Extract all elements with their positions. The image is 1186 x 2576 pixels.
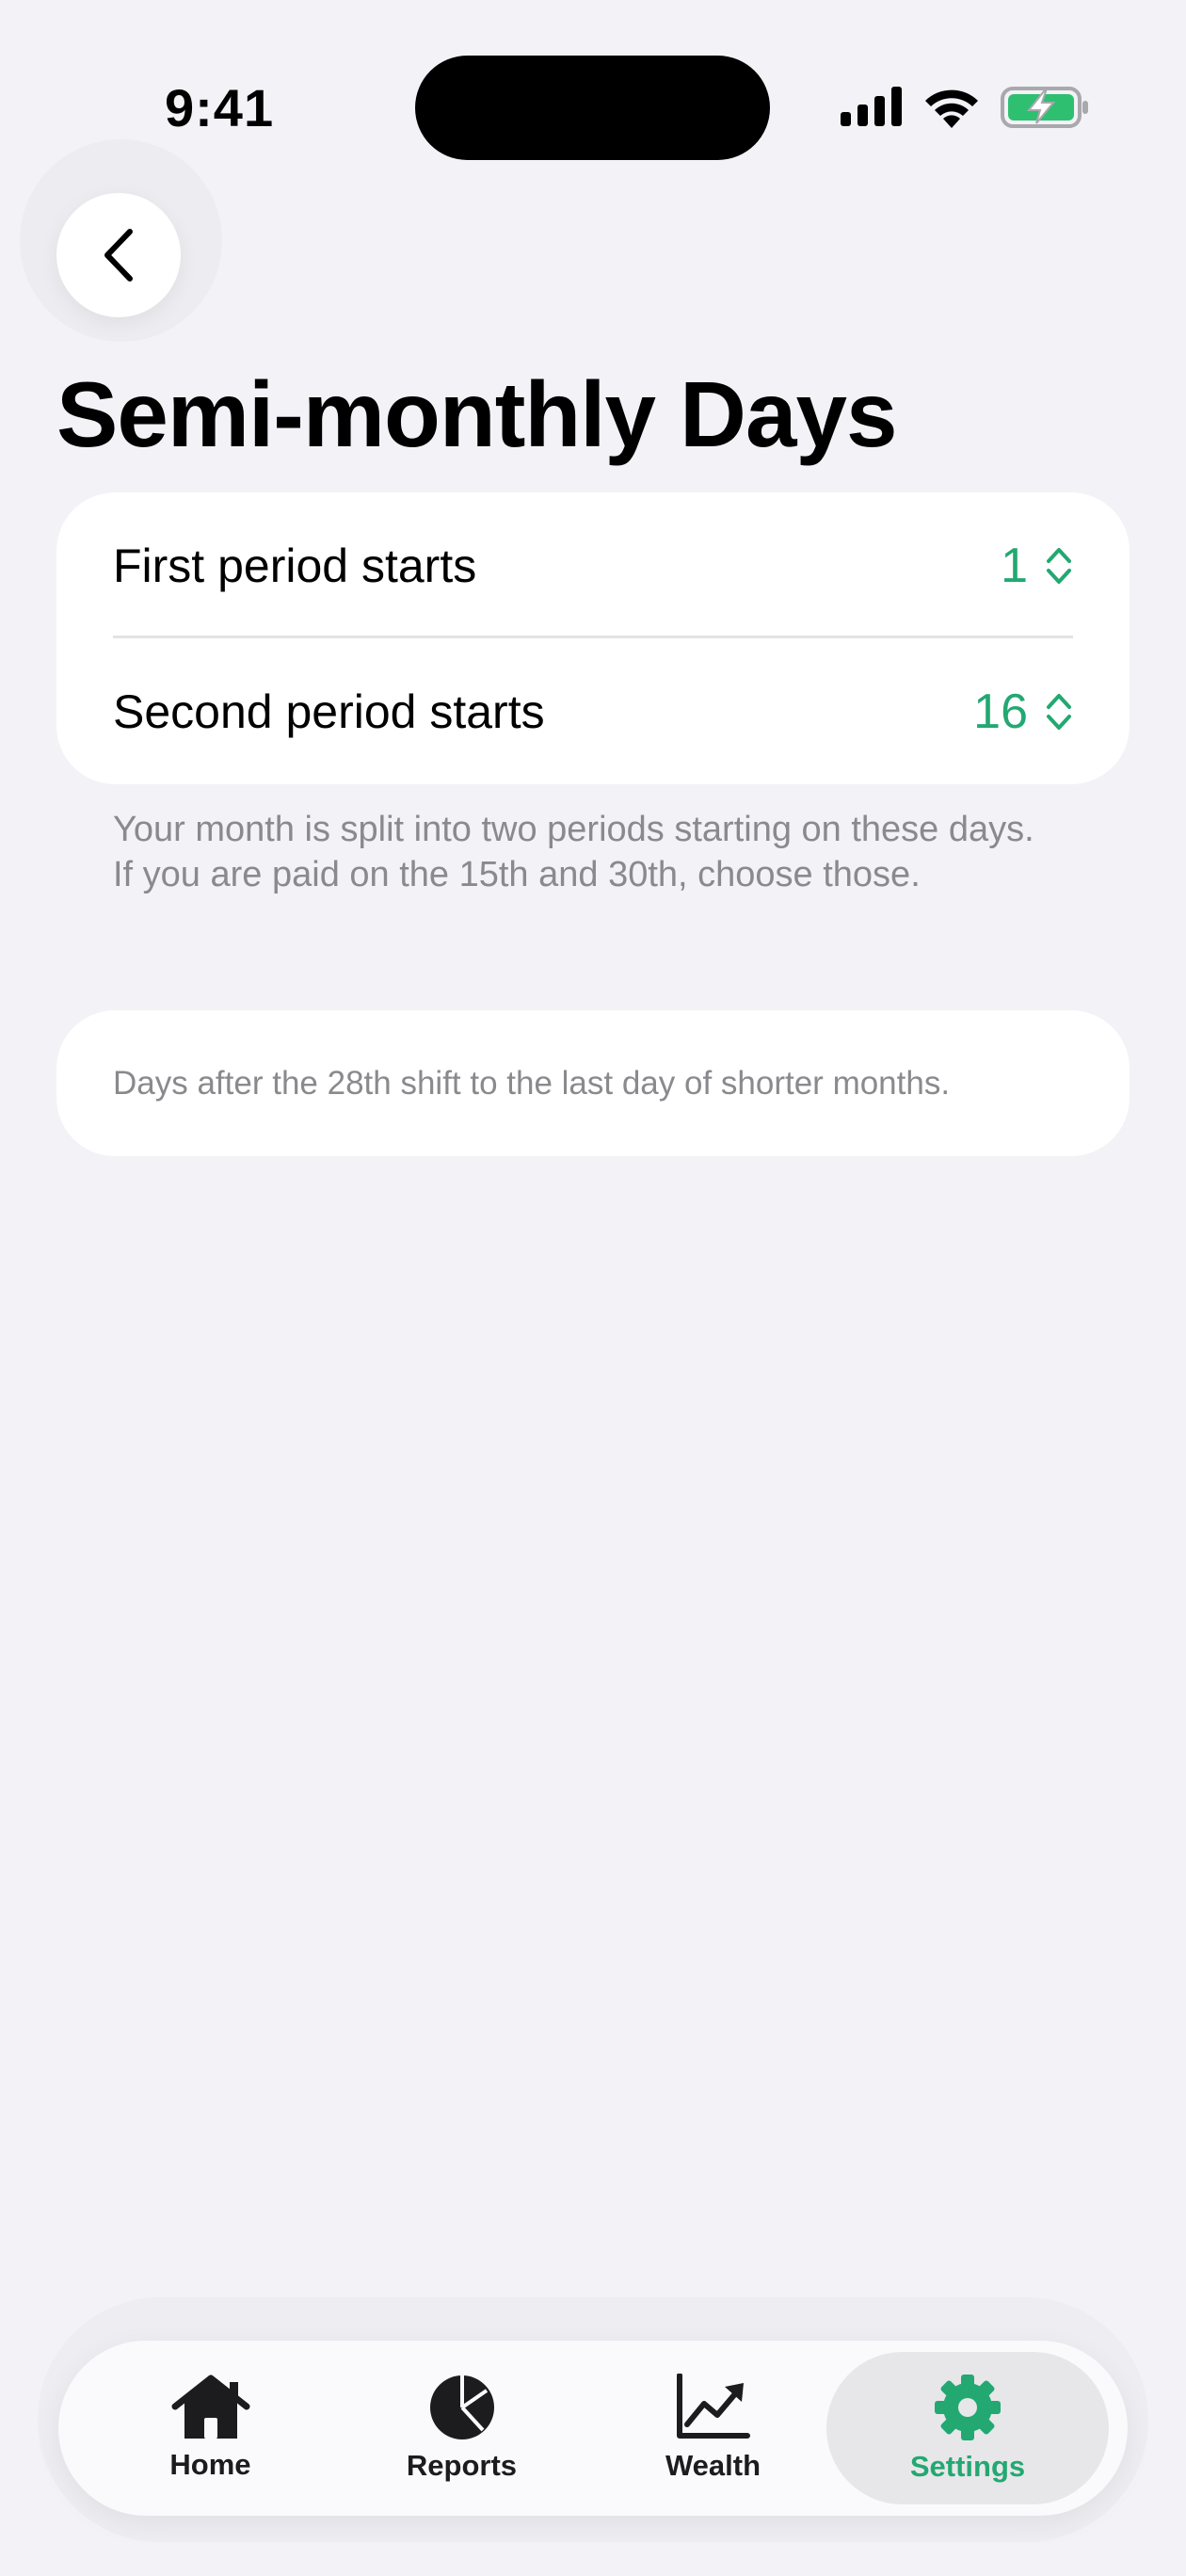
second-period-picker[interactable]: 16 bbox=[973, 684, 1073, 740]
tab-wealth[interactable]: Wealth bbox=[588, 2352, 838, 2504]
tab-home[interactable]: Home bbox=[86, 2352, 335, 2504]
chevron-up-down-icon bbox=[1047, 693, 1071, 730]
first-period-label: First period starts bbox=[113, 539, 477, 592]
second-period-label: Second period starts bbox=[113, 684, 545, 738]
chevron-up-down-icon bbox=[1047, 547, 1071, 584]
chevron-left-icon bbox=[104, 229, 133, 282]
cellular-signal-icon bbox=[841, 87, 902, 126]
tab-reports[interactable]: Reports bbox=[337, 2352, 586, 2504]
tab-wealth-label: Wealth bbox=[665, 2449, 761, 2482]
tab-bar: Home Reports Wealth Settings bbox=[58, 2341, 1128, 2516]
tab-settings[interactable]: Settings bbox=[826, 2352, 1109, 2504]
first-period-row[interactable]: First period starts 1 bbox=[113, 492, 1073, 638]
chart-line-uptrend-icon bbox=[676, 2374, 750, 2439]
note-text: Days after the 28th shift to the last da… bbox=[113, 1064, 951, 1102]
battery-charging-icon bbox=[1001, 87, 1088, 128]
wifi-icon bbox=[925, 89, 978, 128]
second-period-value: 16 bbox=[973, 684, 1028, 739]
tab-reports-label: Reports bbox=[406, 2449, 518, 2482]
period-settings-card: First period starts 1 Second period star… bbox=[56, 492, 1130, 784]
first-period-value: 1 bbox=[1001, 538, 1028, 593]
second-period-row[interactable]: Second period starts 16 bbox=[113, 638, 1073, 784]
tab-home-label: Home bbox=[169, 2448, 251, 2481]
note-card: Days after the 28th shift to the last da… bbox=[56, 1010, 1130, 1156]
period-footnote: Your month is split into two periods sta… bbox=[113, 810, 1034, 894]
page-title: Semi-monthly Days bbox=[56, 362, 897, 466]
back-button[interactable] bbox=[56, 193, 181, 317]
first-period-picker[interactable]: 1 bbox=[1001, 538, 1073, 594]
status-time: 9:41 bbox=[165, 78, 275, 137]
dynamic-island bbox=[415, 56, 770, 160]
tab-settings-label: Settings bbox=[909, 2450, 1026, 2483]
gear-icon bbox=[935, 2375, 1001, 2440]
house-icon bbox=[171, 2375, 249, 2439]
pie-chart-icon bbox=[429, 2375, 494, 2439]
